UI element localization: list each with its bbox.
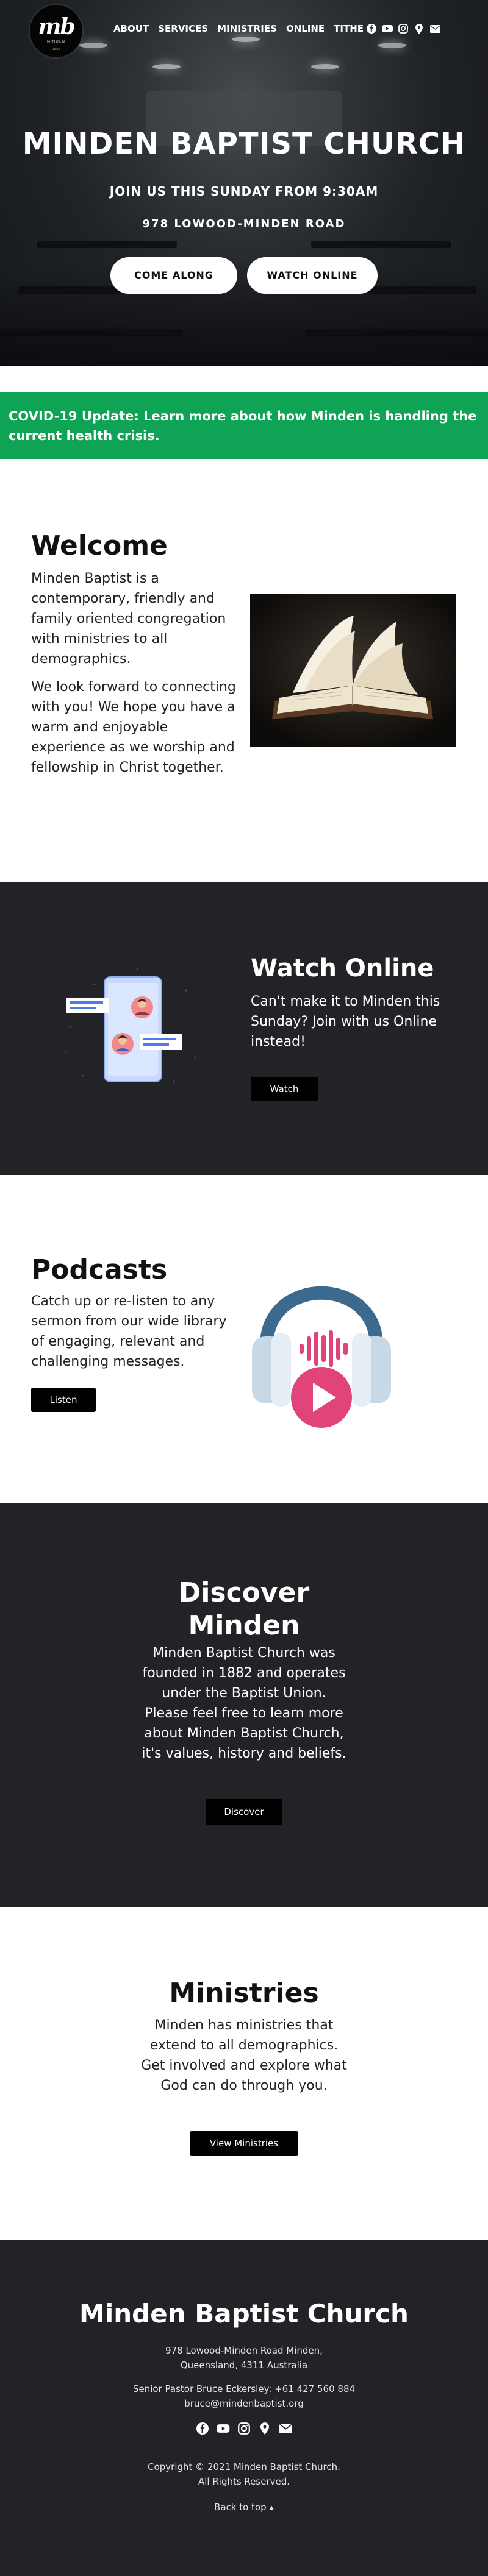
covid-label: COVID-19 Update: [9, 409, 139, 424]
welcome-paragraph-1: Minden Baptist is a contemporary, friend… [31, 571, 226, 667]
discover-button[interactable]: Discover [206, 1799, 282, 1825]
facebook-icon[interactable] [192, 2420, 213, 2437]
nav-item-online[interactable]: ONLINE [286, 22, 325, 35]
mail-icon[interactable] [275, 2420, 296, 2437]
facebook-icon[interactable] [364, 22, 379, 35]
welcome-paragraph-2: We look forward to connecting with you! … [31, 679, 236, 775]
hero-section: mb MINDEN 1882 ABOUT SERVICES MINISTRIES… [0, 0, 488, 366]
watch-button[interactable]: Watch [251, 1077, 318, 1101]
footer-address-line-2: Queensland, 4311 Australia [180, 2360, 308, 2371]
discover-title-line-1: Discover [178, 1577, 310, 1608]
watch-online-text: Can't make it to Minden this Sunday? Joi… [251, 994, 440, 1049]
podcasts-title: Podcasts [31, 1254, 168, 1285]
main-nav: ABOUT SERVICES MINISTRIES ONLINE TITHE [113, 22, 373, 35]
logo-subtitle: MINDEN [46, 40, 66, 44]
open-bible-image [250, 594, 456, 747]
mail-icon[interactable] [427, 22, 443, 35]
youtube-icon[interactable] [213, 2420, 234, 2437]
nav-item-services[interactable]: SERVICES [158, 22, 208, 35]
ceiling-light [232, 37, 260, 42]
nav-item-ministries[interactable]: MINISTRIES [217, 22, 277, 35]
footer-email[interactable]: bruce@mindenbaptist.org [0, 2396, 488, 2411]
ministries-text: Minden has ministries that extend to all… [141, 2018, 347, 2093]
hero-subtitle: JOIN US THIS SUNDAY FROM 9:30AM [109, 184, 379, 199]
view-ministries-button[interactable]: View Ministries [190, 2131, 298, 2156]
logo-established: 1882 [52, 48, 60, 51]
church-pew [305, 329, 488, 336]
church-pew [0, 329, 183, 336]
covid-message[interactable]: COVID-19 Update: Learn more about how Mi… [9, 406, 478, 445]
nav-social-icons [364, 22, 443, 35]
hero-address: 978 LOWOOD-MINDEN ROAD [142, 218, 346, 230]
ceiling-light [152, 64, 181, 69]
podcasts-text: Catch up or re-listen to any sermon from… [31, 1294, 227, 1369]
welcome-title: Welcome [31, 530, 168, 561]
listen-button[interactable]: Listen [31, 1388, 96, 1412]
back-to-top-link[interactable]: Back to top ▴ [214, 2502, 274, 2513]
ceiling-light [311, 64, 339, 69]
footer-rights: All Rights Reserved. [198, 2476, 290, 2487]
headphones-play-illustration [248, 1245, 395, 1428]
logo-text: mb [38, 14, 75, 40]
discover-title: Discover Minden [0, 1577, 488, 1642]
video-chat-illustration [64, 966, 204, 1088]
watch-online-title: Watch Online [251, 954, 434, 982]
hero-title: MINDEN BAPTIST CHURCH [22, 127, 466, 161]
ceiling-light [79, 43, 107, 48]
church-floor [0, 262, 488, 366]
nav-item-tithe[interactable]: TITHE [334, 22, 364, 35]
nav-item-about[interactable]: ABOUT [113, 22, 149, 35]
covid-banner[interactable]: COVID-19 Update: Learn more about how Mi… [0, 392, 488, 459]
back-to-top: Back to top ▴ [0, 2500, 488, 2514]
discover-text: Minden Baptist Church was founded in 188… [142, 1645, 346, 1761]
footer-copyright: Copyright © 2021 Minden Baptist Church. [148, 2461, 340, 2472]
youtube-icon[interactable] [379, 22, 395, 35]
come-along-button[interactable]: COME ALONG [110, 257, 237, 294]
footer-title: Minden Baptist Church [79, 2299, 409, 2329]
location-pin-icon[interactable] [254, 2420, 275, 2437]
ceiling-light [378, 43, 406, 48]
church-logo[interactable]: mb MINDEN 1882 [30, 5, 82, 57]
ministries-title: Ministries [169, 1978, 319, 2009]
instagram-icon[interactable] [395, 22, 411, 35]
church-pew [311, 241, 451, 248]
footer-social-icons [0, 2420, 488, 2437]
instagram-icon[interactable] [234, 2420, 254, 2437]
discover-title-line-2: Minden [188, 1610, 300, 1641]
church-pew [37, 241, 177, 248]
watch-online-button[interactable]: WATCH ONLINE [247, 257, 378, 294]
footer-address-line-1: 978 Lowood-Minden Road Minden, [165, 2345, 323, 2356]
location-pin-icon[interactable] [411, 22, 427, 35]
footer-pastor-contact: Senior Pastor Bruce Eckersley: +61 427 5… [132, 2383, 356, 2394]
